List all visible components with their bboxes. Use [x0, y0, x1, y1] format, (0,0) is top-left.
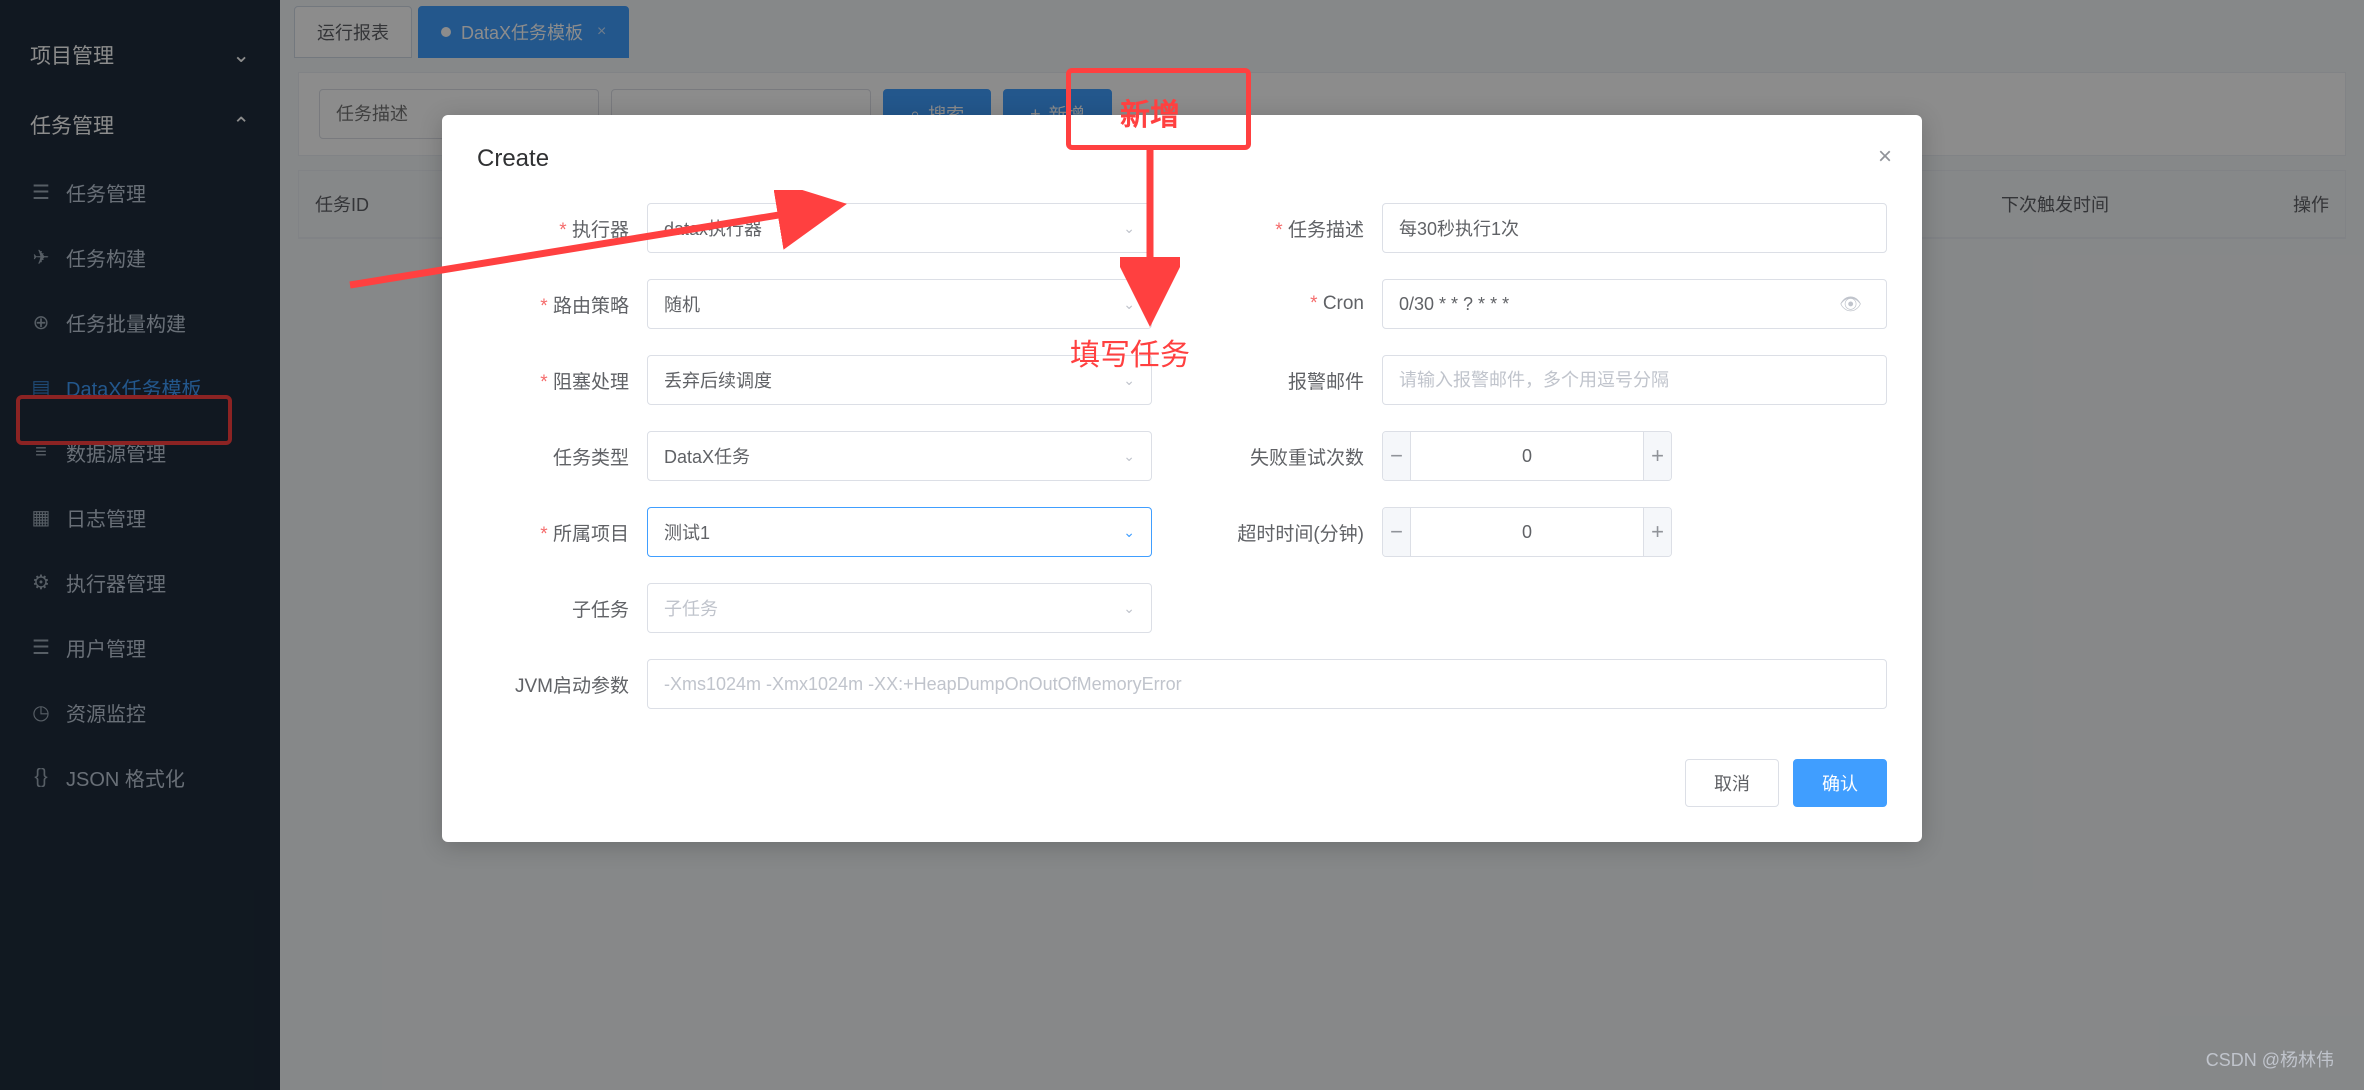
select-value: DataX任务 — [664, 443, 750, 469]
chevron-down-icon: ⌄ — [1123, 296, 1135, 313]
label-subtask: 子任务 — [477, 595, 647, 622]
form-row-task-desc: 任务描述 — [1212, 203, 1887, 253]
form-row-task-type: 任务类型 DataX任务 ⌄ — [477, 431, 1152, 481]
subtask-select[interactable]: 子任务 ⌄ — [647, 583, 1152, 633]
modal-overlay: Create × 执行器 datax执行器 ⌄ 任务描述 — [0, 0, 2364, 1090]
label-timeout: 超时时间(分钟) — [1212, 519, 1382, 546]
number-value[interactable] — [1411, 432, 1643, 480]
form-row-executor: 执行器 datax执行器 ⌄ — [477, 203, 1152, 253]
minus-button[interactable]: − — [1383, 508, 1411, 556]
eye-icon[interactable]: 👁 — [1831, 280, 1870, 328]
chevron-down-icon: ⌄ — [1123, 448, 1135, 465]
cron-input[interactable]: 👁 — [1382, 279, 1887, 329]
form-row-alert: 报警邮件 — [1212, 355, 1887, 405]
label-executor: 执行器 — [477, 215, 647, 242]
input-value[interactable] — [664, 660, 1870, 708]
chevron-down-icon: ⌄ — [1123, 524, 1135, 541]
label-task-type: 任务类型 — [477, 443, 647, 470]
plus-button[interactable]: + — [1643, 432, 1671, 480]
modal-title: Create — [477, 145, 1887, 173]
project-select[interactable]: 测试1 ⌄ — [647, 507, 1152, 557]
form-row-cron: Cron 👁 — [1212, 279, 1887, 329]
modal-footer: 取消 确认 — [442, 739, 1922, 842]
form-row-jvm: JVM启动参数 — [477, 659, 1887, 709]
minus-button[interactable]: − — [1383, 432, 1411, 480]
input-value[interactable] — [1399, 280, 1831, 328]
label-cron: Cron — [1212, 293, 1382, 315]
close-icon[interactable]: × — [1878, 143, 1892, 171]
chevron-down-icon: ⌄ — [1123, 372, 1135, 389]
label-retry: 失败重试次数 — [1212, 443, 1382, 470]
form-row-block: 阻塞处理 丢弃后续调度 ⌄ — [477, 355, 1152, 405]
form-row-project: 所属项目 测试1 ⌄ — [477, 507, 1152, 557]
form-row-timeout: 超时时间(分钟) − + — [1212, 507, 1887, 557]
plus-button[interactable]: + — [1643, 508, 1671, 556]
form-row-route: 路由策略 随机 ⌄ — [477, 279, 1152, 329]
modal-header: Create × — [442, 115, 1922, 183]
create-modal: Create × 执行器 datax执行器 ⌄ 任务描述 — [442, 115, 1922, 842]
select-value: 随机 — [664, 291, 700, 317]
retry-stepper[interactable]: − + — [1382, 431, 1672, 481]
alert-input[interactable] — [1382, 355, 1887, 405]
watermark: CSDN @杨林伟 — [2206, 1046, 2334, 1072]
chevron-down-icon: ⌄ — [1123, 600, 1135, 617]
chevron-down-icon: ⌄ — [1123, 220, 1135, 237]
executor-select[interactable]: datax执行器 ⌄ — [647, 203, 1152, 253]
cancel-button[interactable]: 取消 — [1685, 759, 1779, 807]
label-alert: 报警邮件 — [1212, 367, 1382, 394]
label-task-desc: 任务描述 — [1212, 215, 1382, 242]
label-block: 阻塞处理 — [477, 367, 647, 394]
label-jvm: JVM启动参数 — [477, 671, 647, 698]
form-row-subtask: 子任务 子任务 ⌄ — [477, 583, 1152, 633]
timeout-stepper[interactable]: − + — [1382, 507, 1672, 557]
select-value: datax执行器 — [664, 215, 762, 241]
jvm-input[interactable] — [647, 659, 1887, 709]
input-value[interactable] — [1399, 356, 1870, 404]
number-value[interactable] — [1411, 508, 1643, 556]
route-select[interactable]: 随机 ⌄ — [647, 279, 1152, 329]
form-row-retry: 失败重试次数 − + — [1212, 431, 1887, 481]
confirm-button[interactable]: 确认 — [1793, 759, 1887, 807]
label-route: 路由策略 — [477, 291, 647, 318]
modal-body: 执行器 datax执行器 ⌄ 任务描述 — [442, 183, 1922, 739]
select-value: 测试1 — [664, 519, 710, 545]
task-type-select[interactable]: DataX任务 ⌄ — [647, 431, 1152, 481]
block-select[interactable]: 丢弃后续调度 ⌄ — [647, 355, 1152, 405]
task-desc-input[interactable] — [1382, 203, 1887, 253]
select-value: 丢弃后续调度 — [664, 367, 772, 393]
label-project: 所属项目 — [477, 519, 647, 546]
input-value[interactable] — [1399, 204, 1870, 252]
select-placeholder: 子任务 — [664, 595, 718, 621]
